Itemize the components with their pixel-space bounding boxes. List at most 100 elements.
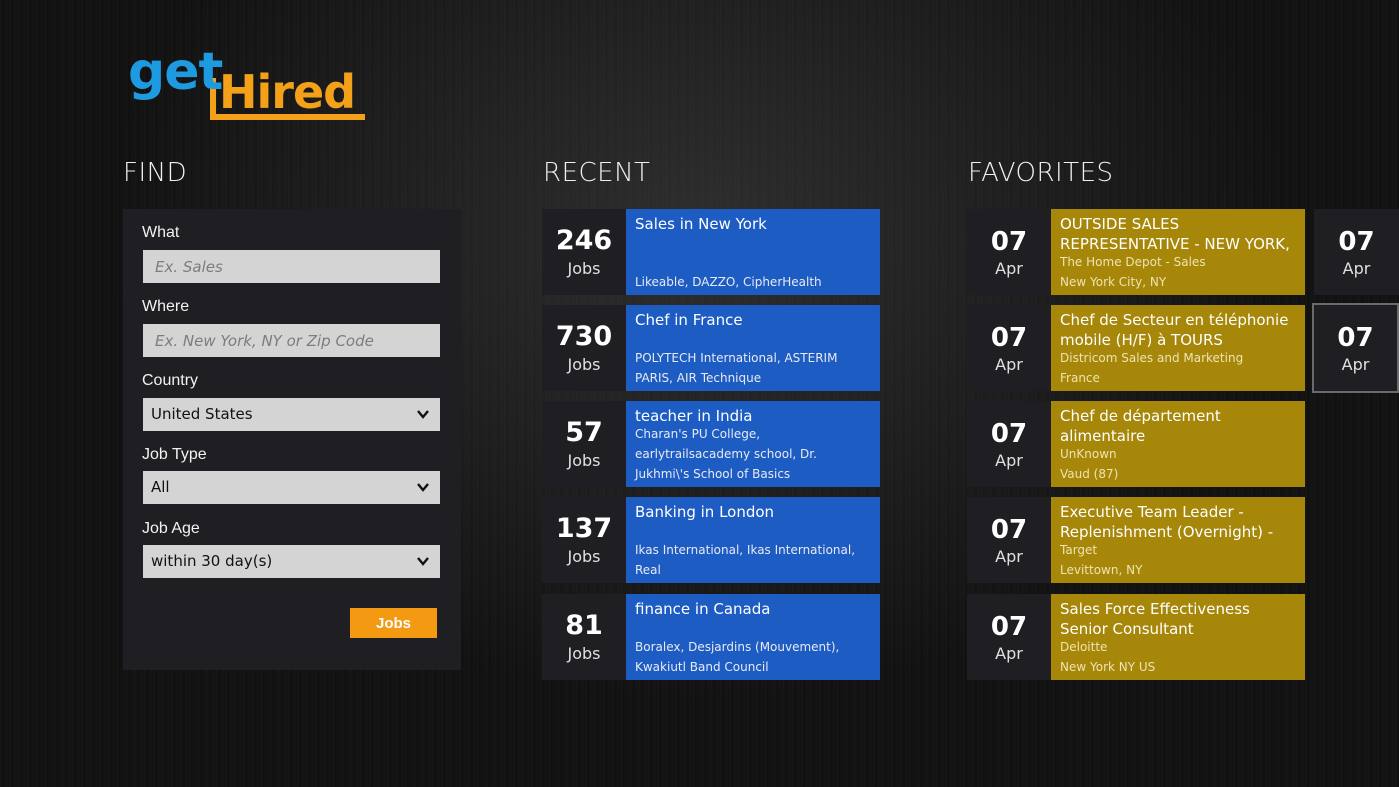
gethired-logo: get Hired xyxy=(128,42,368,124)
recent-info-tile[interactable]: Banking in London Ikas International, Ik… xyxy=(626,497,880,583)
favorite-overflow-tile[interactable]: 07 Apr xyxy=(1314,209,1399,295)
favorite-day: 07 xyxy=(990,612,1028,642)
favorite-month: Apr xyxy=(995,644,1023,663)
favorite-company: Target xyxy=(1060,543,1098,557)
recent-search-title: finance in Canada xyxy=(635,600,771,618)
favorite-job-title: OUTSIDE SALES REPRESENTATIVE - NEW YORK,… xyxy=(1060,215,1290,253)
recent-count-unit: Jobs xyxy=(567,259,601,278)
chevron-down-icon xyxy=(417,483,429,492)
recent-count-unit: Jobs xyxy=(567,644,601,663)
favorite-company: Deloitte xyxy=(1060,640,1108,654)
country-label: Country xyxy=(142,372,199,389)
recent-count-unit: Jobs xyxy=(567,355,601,374)
recent-search-title: teacher in India xyxy=(635,407,753,425)
favorite-day: 07 xyxy=(990,227,1028,257)
favorite-month: Apr xyxy=(995,547,1023,566)
job-type-select[interactable]: All xyxy=(143,471,440,504)
recent-count: 730 xyxy=(555,321,613,352)
logo-hired-text: Hired xyxy=(219,65,356,119)
favorite-day: 07 xyxy=(1338,227,1375,257)
favorite-company-location: The Home Depot - Sales New York City, NY xyxy=(1060,252,1299,292)
recent-count-tile: 730 Jobs xyxy=(542,305,626,391)
country-select[interactable]: United States xyxy=(143,398,440,431)
recent-item[interactable]: 246 Jobs Sales in New York Likeable, DAZ… xyxy=(542,209,880,295)
favorite-item[interactable]: 07 Apr Chef de département alimentaire U… xyxy=(967,401,1305,487)
where-label: Where xyxy=(142,298,190,315)
recent-count-tile: 81 Jobs xyxy=(542,594,626,680)
recent-item[interactable]: 137 Jobs Banking in London Ikas Internat… xyxy=(542,497,880,583)
favorite-date-tile: 07 Apr xyxy=(967,401,1051,487)
favorite-month: Apr xyxy=(1342,259,1371,278)
favorite-month: Apr xyxy=(995,259,1023,278)
favorite-job-title: Chef de Secteur en téléphonie mobile (H/… xyxy=(1060,311,1289,349)
recent-info-tile[interactable]: Chef in France POLYTECH International, A… xyxy=(626,305,880,391)
recent-count-tile: 137 Jobs xyxy=(542,497,626,583)
recent-section-title: RECENT xyxy=(543,158,651,188)
favorite-location: New York City, NY xyxy=(1060,275,1167,289)
favorite-day: 07 xyxy=(990,515,1028,545)
favorite-company-location: UnKnown Vaud (87) xyxy=(1060,444,1299,484)
job-age-label: Job Age xyxy=(142,520,200,537)
recent-companies: Likeable, DAZZO, CipherHealth xyxy=(635,275,822,289)
job-age-select-value: within 30 day(s) xyxy=(151,552,273,570)
favorite-location: Vaud (87) xyxy=(1060,467,1119,481)
favorite-item[interactable]: 07 Apr Chef de Secteur en téléphonie mob… xyxy=(967,305,1305,391)
favorite-company-location: Districom Sales and Marketing France xyxy=(1060,348,1299,388)
favorite-company: The Home Depot - Sales xyxy=(1060,255,1206,269)
recent-info-tile[interactable]: finance in Canada Boralex, Desjardins (M… xyxy=(626,594,880,680)
favorite-info-tile[interactable]: Chef de département alimentaire UnKnown … xyxy=(1051,401,1305,487)
favorite-job-title: Sales Force Effectiveness Senior Consult… xyxy=(1060,600,1250,638)
find-jobs-button[interactable]: Jobs xyxy=(350,608,437,638)
find-panel: What Where Country United States Job Typ… xyxy=(123,209,461,670)
favorite-day: 07 xyxy=(990,323,1028,353)
favorite-month: Apr xyxy=(1341,355,1370,374)
where-input[interactable] xyxy=(143,324,440,357)
recent-count-tile: 246 Jobs xyxy=(542,209,626,295)
favorite-item[interactable]: 07 Apr Executive Team Leader - Replenish… xyxy=(967,497,1305,583)
recent-count: 81 xyxy=(565,610,603,641)
recent-companies: Ikas International, Ikas International, … xyxy=(635,543,856,577)
favorite-info-tile[interactable]: Executive Team Leader - Replenishment (O… xyxy=(1051,497,1305,583)
recent-companies: POLYTECH International, ASTERIM PARIS, A… xyxy=(635,351,838,385)
recent-count: 246 xyxy=(555,225,613,256)
recent-companies: Boralex, Desjardins (Mouvement), Kwakiut… xyxy=(635,640,840,674)
recent-item[interactable]: 57 Jobs teacher in India Charan's PU Col… xyxy=(542,401,880,487)
recent-info-tile[interactable]: Sales in New York Likeable, DAZZO, Ciphe… xyxy=(626,209,880,295)
recent-item[interactable]: 81 Jobs finance in Canada Boralex, Desja… xyxy=(542,594,880,680)
recent-item[interactable]: 730 Jobs Chef in France POLYTECH Interna… xyxy=(542,305,880,391)
favorite-company: UnKnown xyxy=(1060,447,1117,461)
recent-companies: Charan's PU College, earlytrailsacademy … xyxy=(635,427,817,481)
favorite-month: Apr xyxy=(995,451,1023,470)
recent-count: 137 xyxy=(555,513,613,544)
recent-count-unit: Jobs xyxy=(567,547,601,566)
recent-search-title: Sales in New York xyxy=(635,215,767,233)
favorite-job-title: Executive Team Leader - Replenishment (O… xyxy=(1060,503,1274,541)
logo-get-text: get xyxy=(128,42,223,102)
favorite-location: Levittown, NY xyxy=(1060,563,1143,577)
what-input[interactable] xyxy=(143,250,440,283)
job-type-select-value: All xyxy=(151,478,170,496)
favorite-company-location: Deloitte New York NY US xyxy=(1060,637,1299,677)
favorite-month: Apr xyxy=(995,355,1023,374)
favorite-overflow-tile[interactable]: 07 Apr xyxy=(1312,303,1399,393)
favorite-day: 07 xyxy=(990,419,1028,449)
chevron-down-icon xyxy=(417,557,429,566)
job-age-select[interactable]: within 30 day(s) xyxy=(143,545,440,578)
job-type-label: Job Type xyxy=(142,446,207,463)
recent-count: 57 xyxy=(565,417,603,448)
recent-info-tile[interactable]: teacher in India Charan's PU College, ea… xyxy=(626,401,880,487)
favorite-date-tile: 07 Apr xyxy=(967,209,1051,295)
recent-search-title: Banking in London xyxy=(635,503,775,521)
favorite-day: 07 xyxy=(1337,323,1374,353)
favorite-item[interactable]: 07 Apr OUTSIDE SALES REPRESENTATIVE - NE… xyxy=(967,209,1305,295)
favorite-info-tile[interactable]: OUTSIDE SALES REPRESENTATIVE - NEW YORK,… xyxy=(1051,209,1305,295)
favorite-info-tile[interactable]: Sales Force Effectiveness Senior Consult… xyxy=(1051,594,1305,680)
favorite-item[interactable]: 07 Apr Sales Force Effectiveness Senior … xyxy=(967,594,1305,680)
favorite-date-tile: 07 Apr xyxy=(967,497,1051,583)
chevron-down-icon xyxy=(417,410,429,419)
favorites-section-title: FAVORITES xyxy=(968,158,1114,188)
find-section-title: FIND xyxy=(123,158,188,188)
favorite-info-tile[interactable]: Chef de Secteur en téléphonie mobile (H/… xyxy=(1051,305,1305,391)
favorite-location: France xyxy=(1060,371,1100,385)
favorite-date-tile: 07 Apr xyxy=(967,594,1051,680)
